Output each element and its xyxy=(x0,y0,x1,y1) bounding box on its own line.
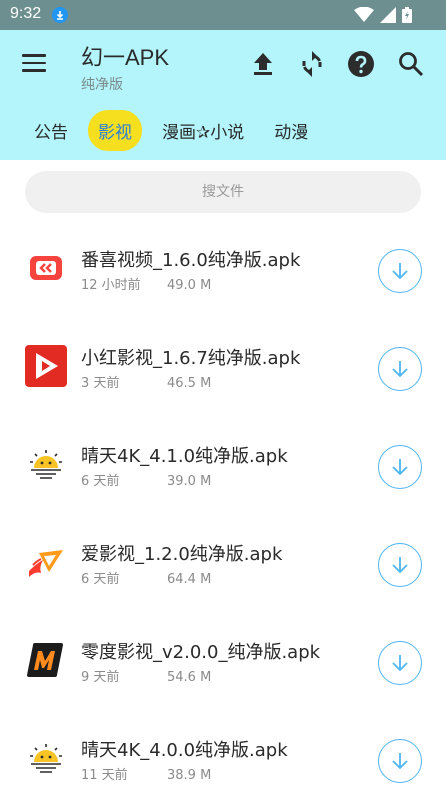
file-size: 54.6 M xyxy=(167,670,212,685)
download-arrow-icon xyxy=(392,753,408,770)
list-item[interactable]: 晴天4K_4.1.0纯净版.apk 6 天前 39.0 M xyxy=(0,418,446,516)
download-button[interactable] xyxy=(378,641,422,685)
file-name: 爱影视_1.2.0纯净版.apk xyxy=(81,544,283,565)
file-time: 9 天前 xyxy=(81,670,120,685)
list-item[interactable]: 晴天4K_4.0.0纯净版.apk 11 天前 38.9 M xyxy=(0,712,446,793)
status-bar: 9:32 xyxy=(0,0,446,30)
download-button[interactable] xyxy=(378,347,422,391)
file-list: 番喜视频_1.6.0纯净版.apk 12 小时前 49.0 M 小红影视_1.6.… xyxy=(0,222,446,793)
battery-icon xyxy=(402,7,412,23)
download-button[interactable] xyxy=(378,249,422,293)
wifi-icon xyxy=(354,7,374,22)
file-time: 6 天前 xyxy=(81,572,120,587)
signal-icon xyxy=(380,7,396,23)
download-arrow-icon xyxy=(392,557,408,574)
list-item[interactable]: 番喜视频_1.6.0纯净版.apk 12 小时前 49.0 M xyxy=(0,222,446,320)
fanxi-app-icon xyxy=(30,256,62,280)
file-name: 小红影视_1.6.7纯净版.apk xyxy=(81,348,301,369)
list-item[interactable]: 小红影视_1.6.7纯净版.apk 3 天前 46.5 M xyxy=(0,320,446,418)
qingtian-app-icon xyxy=(30,450,62,479)
lingdu-app-icon xyxy=(27,643,63,677)
refresh-icon[interactable] xyxy=(298,50,326,78)
file-time: 12 小时前 xyxy=(81,278,141,293)
download-button[interactable] xyxy=(378,543,422,587)
status-time: 9:32 xyxy=(10,5,42,22)
list-item[interactable]: 爱影视_1.2.0纯净版.apk 6 天前 64.4 M xyxy=(0,516,446,614)
app-title: 幻一APK xyxy=(81,45,170,70)
search-input[interactable]: 搜文件 xyxy=(25,171,421,213)
download-arrow-icon xyxy=(392,263,408,280)
download-button[interactable] xyxy=(378,445,422,489)
menu-icon[interactable] xyxy=(22,54,48,74)
qingtian-app-icon xyxy=(30,744,62,773)
file-name: 晴天4K_4.0.0纯净版.apk xyxy=(81,740,288,761)
file-time: 6 天前 xyxy=(81,474,120,489)
file-name: 零度影视_v2.0.0_纯净版.apk xyxy=(81,642,321,663)
download-notification-icon xyxy=(52,7,68,23)
download-button[interactable] xyxy=(378,739,422,783)
file-size: 39.0 M xyxy=(167,474,212,489)
file-size: 64.4 M xyxy=(167,572,212,587)
file-size: 38.9 M xyxy=(167,768,212,783)
list-item[interactable]: 零度影视_v2.0.0_纯净版.apk 9 天前 54.6 M xyxy=(0,614,446,712)
tab-comics-novels[interactable]: 漫画✰小说 xyxy=(152,110,254,151)
app-bar: 幻一APK 纯净版 公告 影视 漫画✰小说 动漫 xyxy=(0,30,446,160)
category-tabs: 公告 影视 漫画✰小说 动漫 xyxy=(24,110,328,151)
tab-announcement[interactable]: 公告 xyxy=(24,110,78,151)
upload-icon[interactable] xyxy=(249,50,277,78)
download-arrow-icon xyxy=(392,655,408,672)
tab-movies[interactable]: 影视 xyxy=(88,110,142,151)
app-subtitle: 纯净版 xyxy=(81,77,123,93)
ai-app-icon xyxy=(29,550,63,577)
file-time: 11 天前 xyxy=(81,768,128,783)
file-size: 49.0 M xyxy=(167,278,212,293)
download-arrow-icon xyxy=(392,459,408,476)
file-size: 46.5 M xyxy=(167,376,212,391)
help-icon[interactable] xyxy=(347,50,375,78)
file-name: 晴天4K_4.1.0纯净版.apk xyxy=(81,446,288,467)
xiaohong-app-icon xyxy=(25,345,67,387)
file-time: 3 天前 xyxy=(81,376,120,391)
file-name: 番喜视频_1.6.0纯净版.apk xyxy=(81,250,301,271)
tab-anime[interactable]: 动漫 xyxy=(264,110,318,151)
download-arrow-icon xyxy=(392,361,408,378)
search-icon[interactable] xyxy=(397,50,425,78)
